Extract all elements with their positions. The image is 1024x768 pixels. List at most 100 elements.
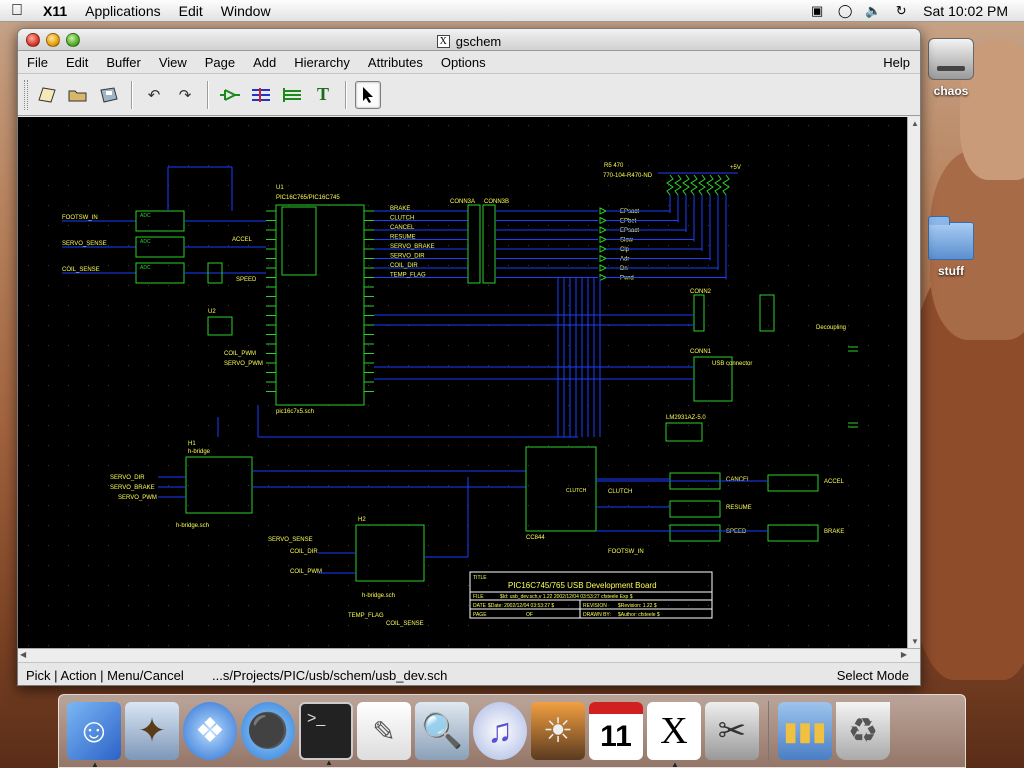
grid-dot	[708, 305, 709, 306]
open-icon[interactable]	[65, 81, 91, 109]
grid-dot	[668, 265, 669, 266]
grid-dot	[348, 305, 349, 306]
volume-icon[interactable]: 🔈	[859, 3, 887, 19]
grid-dot	[148, 305, 149, 306]
menu-applications[interactable]: Applications	[76, 3, 170, 19]
grid-dot	[788, 545, 789, 546]
schematic-drawing[interactable]: U1 PIC16C765/PIC16C745 pic16c7x5.sch BRAKE C…	[18, 117, 907, 648]
ical-icon[interactable]: 11	[589, 702, 643, 760]
ichat-status-icon[interactable]: ◯	[831, 3, 859, 19]
desktop-icon-chaos[interactable]: chaos	[911, 38, 991, 98]
grid-dot	[448, 565, 449, 566]
grid-dot	[808, 445, 809, 446]
grid-dot	[228, 485, 229, 486]
menu-app[interactable]: X11	[34, 3, 76, 19]
add-component-icon[interactable]	[217, 81, 243, 109]
save-icon[interactable]	[96, 81, 122, 109]
menu-options[interactable]: Options	[432, 55, 495, 70]
undo-icon[interactable]: ↶	[141, 81, 167, 109]
grid-dot	[148, 565, 149, 566]
menu-hierarchy[interactable]: Hierarchy	[285, 55, 359, 70]
grid-dot	[548, 125, 549, 126]
grid-dot	[288, 265, 289, 266]
h2-file-label: h-bridge.sch	[362, 593, 395, 599]
grid-dot	[668, 525, 669, 526]
grid-dot	[48, 145, 49, 146]
add-net-icon[interactable]	[248, 81, 274, 109]
grab-icon[interactable]: ✂	[705, 702, 759, 760]
select-arrow-icon[interactable]	[355, 80, 381, 109]
led	[599, 264, 608, 272]
iphoto-icon[interactable]: ☀	[531, 702, 585, 760]
mail-icon[interactable]: ✦	[125, 702, 179, 760]
grid-dot	[548, 625, 549, 626]
grid-dot	[688, 645, 689, 646]
toolbar-grip[interactable]	[24, 79, 28, 110]
safari-icon[interactable]: ❖	[183, 702, 237, 760]
terminal-icon[interactable]: >_ ▲	[299, 702, 353, 767]
menu-help[interactable]: Help	[883, 55, 910, 70]
finder-icon[interactable]: ☺ ▲	[67, 702, 121, 768]
menu-page[interactable]: Page	[196, 55, 244, 70]
menu-add[interactable]: Add	[244, 55, 285, 70]
grid-dot	[228, 125, 229, 126]
grid-dot	[248, 585, 249, 586]
add-text-icon[interactable]: T	[310, 81, 336, 109]
add-bus-icon[interactable]	[279, 81, 305, 109]
grid-dot	[428, 485, 429, 486]
apple-icon[interactable]: 	[0, 2, 34, 20]
grid-dot	[408, 385, 409, 386]
desktop-icon-stuff[interactable]: stuff	[911, 216, 991, 278]
textedit-icon[interactable]: ✎	[357, 702, 411, 760]
display-icon[interactable]: ▣	[803, 3, 831, 19]
scroll-left-icon[interactable]: ◀	[20, 650, 26, 659]
redo-icon[interactable]: ↷	[172, 81, 198, 109]
grid-dot	[168, 605, 169, 606]
grid-dot	[368, 345, 369, 346]
title-block-file: $Id: usb_dev.sch,v 1.22 2002/12/04 03:53…	[500, 594, 633, 600]
grid-dot	[788, 585, 789, 586]
trash-icon[interactable]: ♻	[836, 702, 890, 760]
scroll-up-icon[interactable]: ▲	[911, 119, 919, 128]
zoom-button[interactable]	[66, 33, 80, 47]
grid-dot	[248, 345, 249, 346]
schematic-canvas[interactable]: U1 PIC16C765/PIC16C745 pic16c7x5.sch BRAKE C…	[18, 117, 907, 648]
menu-edit[interactable]: Edit	[57, 55, 97, 70]
scroll-down-icon[interactable]: ▼	[911, 637, 919, 646]
grid-dot	[768, 345, 769, 346]
menu-attributes[interactable]: Attributes	[359, 55, 432, 70]
menu-view[interactable]: View	[150, 55, 196, 70]
grid-dot	[348, 245, 349, 246]
horizontal-scrollbar[interactable]: ◀ ▶	[18, 648, 920, 662]
minimize-button[interactable]	[46, 33, 60, 47]
grid-dot	[168, 425, 169, 426]
sync-icon[interactable]: ↻	[887, 3, 915, 19]
scroll-right-icon[interactable]: ▶	[901, 650, 907, 659]
menu-edit[interactable]: Edit	[170, 3, 212, 19]
grid-dot	[768, 385, 769, 386]
grid-dot	[868, 425, 869, 426]
preview-icon[interactable]: 🔍	[415, 702, 469, 760]
grid-dot	[888, 425, 889, 426]
x11-icon[interactable]: X ▲	[647, 702, 701, 768]
ichat-icon[interactable]: ⚫	[241, 702, 295, 760]
title-bar[interactable]: Xgschem	[18, 29, 920, 51]
close-button[interactable]	[26, 33, 40, 47]
grid-dot	[468, 385, 469, 386]
grid-dot	[108, 385, 109, 386]
grid-dot	[688, 365, 689, 366]
menu-window[interactable]: Window	[212, 3, 280, 19]
grid-dot	[728, 385, 729, 386]
itunes-icon[interactable]: ♫	[473, 702, 527, 760]
menu-buffer[interactable]: Buffer	[97, 55, 149, 70]
grid-dot	[488, 225, 489, 226]
applications-folder-icon[interactable]: ▮▮▮	[778, 702, 832, 760]
grid-dot	[808, 385, 809, 386]
grid-dot	[88, 445, 89, 446]
new-page-icon[interactable]	[34, 81, 60, 109]
grid-dot	[168, 245, 169, 246]
vertical-scrollbar[interactable]: ▲ ▼	[907, 117, 920, 648]
grid-dot	[668, 425, 669, 426]
clock[interactable]: Sat 10:02 PM	[915, 3, 1024, 19]
menu-file[interactable]: File	[18, 55, 57, 70]
